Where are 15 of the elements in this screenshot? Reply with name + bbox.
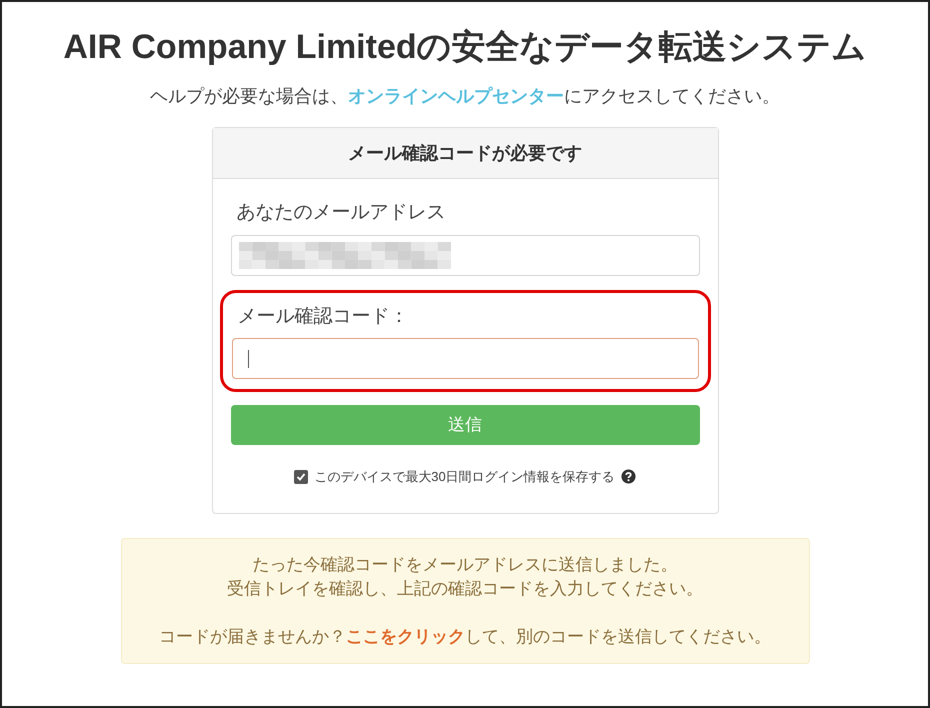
help-text: ヘルプが必要な場合は、オンラインヘルプセンターにアクセスしてください。: [150, 85, 780, 108]
checkbox[interactable]: [294, 470, 308, 484]
card-title: メール確認コードが必要です: [348, 142, 582, 165]
notice-text: たった今確認コードをメールアドレスに送信しました。 受信トレイを確認し、上記の確認コードを入力してください。: [226, 554, 704, 600]
page-title: AIR Company Limitedの安全なデータ転送システム: [63, 27, 867, 68]
remember-label: このデバイスで最大30日間ログイン情報を保存する: [314, 468, 615, 486]
resend-text: コードが届きませんか？ここをクリック して、別のコードを送信してください。: [158, 626, 772, 648]
input-field[interactable]: [230, 234, 700, 276]
help-center-link[interactable]: オンラインヘルプセンター: [348, 86, 564, 106]
submit-button[interactable]: 送信: [230, 405, 700, 445]
resend-link[interactable]: ここをクリック: [346, 626, 465, 646]
help-icon[interactable]: [620, 469, 636, 484]
field-label: メール確認コード：: [236, 304, 410, 328]
input-field[interactable]: [232, 338, 698, 379]
field-label: あなたのメールアドレス: [236, 201, 446, 225]
